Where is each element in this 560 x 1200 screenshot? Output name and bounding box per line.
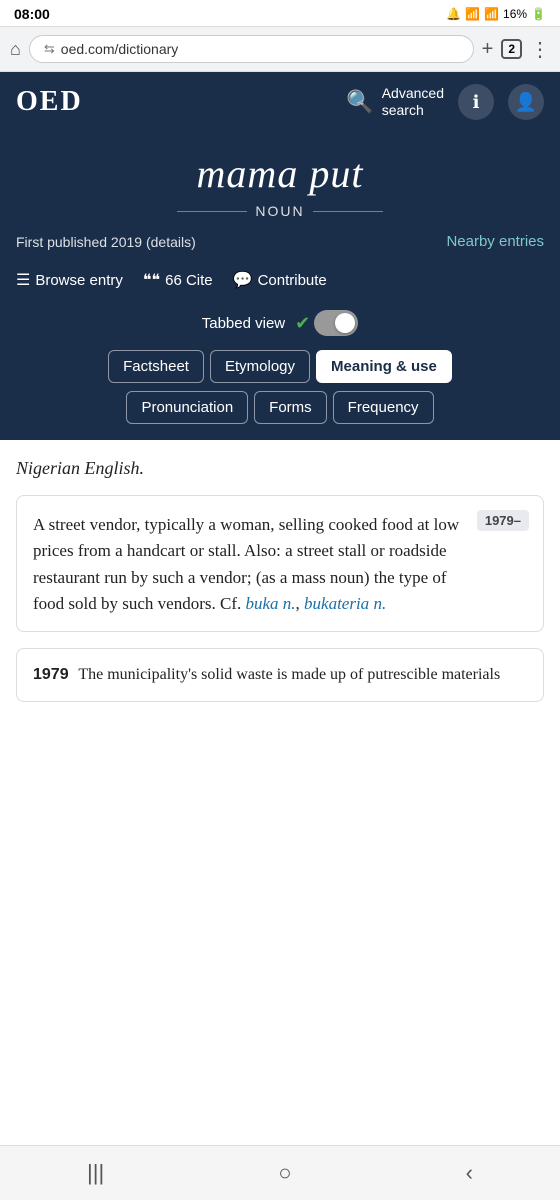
oed-logo[interactable]: OED xyxy=(16,86,83,118)
bukateria-link[interactable]: bukateria n. xyxy=(304,594,386,613)
nearby-entries-link[interactable]: Nearby entries xyxy=(446,233,544,250)
site-icon: ⇆ xyxy=(44,41,55,57)
entry-word: mama put xyxy=(16,150,544,197)
battery-icon: 🔋 xyxy=(531,7,546,21)
forward-icon: ‹ xyxy=(466,1160,473,1185)
wifi-icon: 📶 xyxy=(465,7,480,21)
definition-card: 1979– A street vendor, typically a woman… xyxy=(16,495,544,632)
quote-year: 1979 xyxy=(33,666,69,683)
tab-pills-row1: Factsheet Etymology Meaning & use xyxy=(16,350,544,383)
content-area: Nigerian English. 1979– A street vendor,… xyxy=(0,440,560,720)
search-icon[interactable]: 🔍 xyxy=(346,89,373,115)
cite-label: 66 Cite xyxy=(165,272,213,289)
toggle-track[interactable] xyxy=(314,310,358,336)
back-icon: ||| xyxy=(87,1160,104,1185)
contribute-icon: 💬 xyxy=(233,270,253,290)
oed-header: OED 🔍 Advanced search ℹ 👤 xyxy=(0,72,560,132)
entry-actions: ☰ Browse entry ❝❝ 66 Cite 💬 Contribute xyxy=(0,266,560,306)
tab-frequency-label: Frequency xyxy=(348,399,419,416)
forward-button[interactable]: ‹ xyxy=(446,1156,493,1190)
home-button[interactable]: ○ xyxy=(258,1156,311,1190)
date-badge: 1979– xyxy=(477,510,529,531)
tab-pills-row2: Pronunciation Forms Frequency xyxy=(16,391,544,424)
browse-entry-label: Browse entry xyxy=(35,272,123,289)
tab-forms[interactable]: Forms xyxy=(254,391,327,424)
quote-text: 1979 The municipality's solid waste is m… xyxy=(33,663,527,687)
info-button[interactable]: ℹ xyxy=(458,84,494,120)
header-right: 🔍 Advanced search ℹ 👤 xyxy=(83,84,544,120)
back-button[interactable]: ||| xyxy=(67,1156,124,1190)
signal-icon: 📶 xyxy=(484,7,499,21)
toggle-check-icon: ✔ xyxy=(295,313,310,334)
divider-line-left xyxy=(177,211,247,212)
entry-meta: First published 2019 (details) Nearby en… xyxy=(16,233,544,250)
contribute-button[interactable]: 💬 Contribute xyxy=(223,266,337,294)
home-icon[interactable]: ⌂ xyxy=(10,39,21,60)
browser-bar: ⌂ ⇆ oed.com/dictionary + 2 ⋮ xyxy=(0,26,560,72)
cite-icon: ❝❝ xyxy=(143,270,160,290)
advanced-search-label[interactable]: Advanced search xyxy=(382,85,444,119)
tab-pronunciation-label: Pronunciation xyxy=(141,399,233,416)
tab-meaning-use-label: Meaning & use xyxy=(331,358,437,375)
search-area[interactable]: 🔍 Advanced search xyxy=(346,85,444,119)
status-bar: 08:00 🔔 📶 📶 16% 🔋 xyxy=(0,0,560,26)
entry-published[interactable]: First published 2019 (details) xyxy=(16,234,196,250)
tab-pills-section: Factsheet Etymology Meaning & use Pronun… xyxy=(0,350,560,440)
tab-frequency[interactable]: Frequency xyxy=(333,391,434,424)
home-circle-icon: ○ xyxy=(278,1160,291,1185)
tabbed-view-label: Tabbed view xyxy=(202,315,285,332)
entry-pos: NOUN xyxy=(255,203,304,219)
tabbed-view-row: Tabbed view ✔ xyxy=(0,306,560,350)
tab-forms-label: Forms xyxy=(269,399,312,416)
entry-header: mama put NOUN First published 2019 (deta… xyxy=(0,132,560,266)
url-box[interactable]: ⇆ oed.com/dictionary xyxy=(29,35,474,63)
language-label: Nigerian English. xyxy=(16,458,544,479)
tab-etymology[interactable]: Etymology xyxy=(210,350,310,383)
entry-divider: NOUN xyxy=(16,203,544,219)
cite-button[interactable]: ❝❝ 66 Cite xyxy=(133,266,223,294)
tab-meaning-use[interactable]: Meaning & use xyxy=(316,350,452,383)
divider-line-right xyxy=(313,211,383,212)
battery-level: 16% xyxy=(503,7,527,21)
browser-menu-icon[interactable]: ⋮ xyxy=(530,37,550,62)
quote-body: The municipality's solid waste is made u… xyxy=(78,666,500,683)
tab-factsheet[interactable]: Factsheet xyxy=(108,350,204,383)
quote-card: 1979 The municipality's solid waste is m… xyxy=(16,648,544,702)
buka-link[interactable]: buka n. xyxy=(245,594,295,613)
url-text: oed.com/dictionary xyxy=(61,41,179,57)
browse-entry-button[interactable]: ☰ Browse entry xyxy=(16,266,133,294)
tab-count[interactable]: 2 xyxy=(501,39,522,59)
tab-pronunciation[interactable]: Pronunciation xyxy=(126,391,248,424)
tab-etymology-label: Etymology xyxy=(225,358,295,375)
info-icon: ℹ xyxy=(473,92,480,113)
alarm-icon: 🔔 xyxy=(446,7,461,21)
tabbed-view-toggle[interactable]: ✔ xyxy=(295,310,358,336)
toggle-thumb xyxy=(335,313,355,333)
user-button[interactable]: 👤 xyxy=(508,84,544,120)
user-icon: 👤 xyxy=(515,92,537,113)
browse-icon: ☰ xyxy=(16,270,30,290)
tab-factsheet-label: Factsheet xyxy=(123,358,189,375)
status-time: 08:00 xyxy=(14,6,50,22)
status-icons: 🔔 📶 📶 16% 🔋 xyxy=(446,7,546,21)
contribute-label: Contribute xyxy=(258,272,327,289)
definition-text: A street vendor, typically a woman, sell… xyxy=(33,512,527,617)
add-tab-button[interactable]: + xyxy=(482,38,494,61)
bottom-nav: ||| ○ ‹ xyxy=(0,1145,560,1200)
